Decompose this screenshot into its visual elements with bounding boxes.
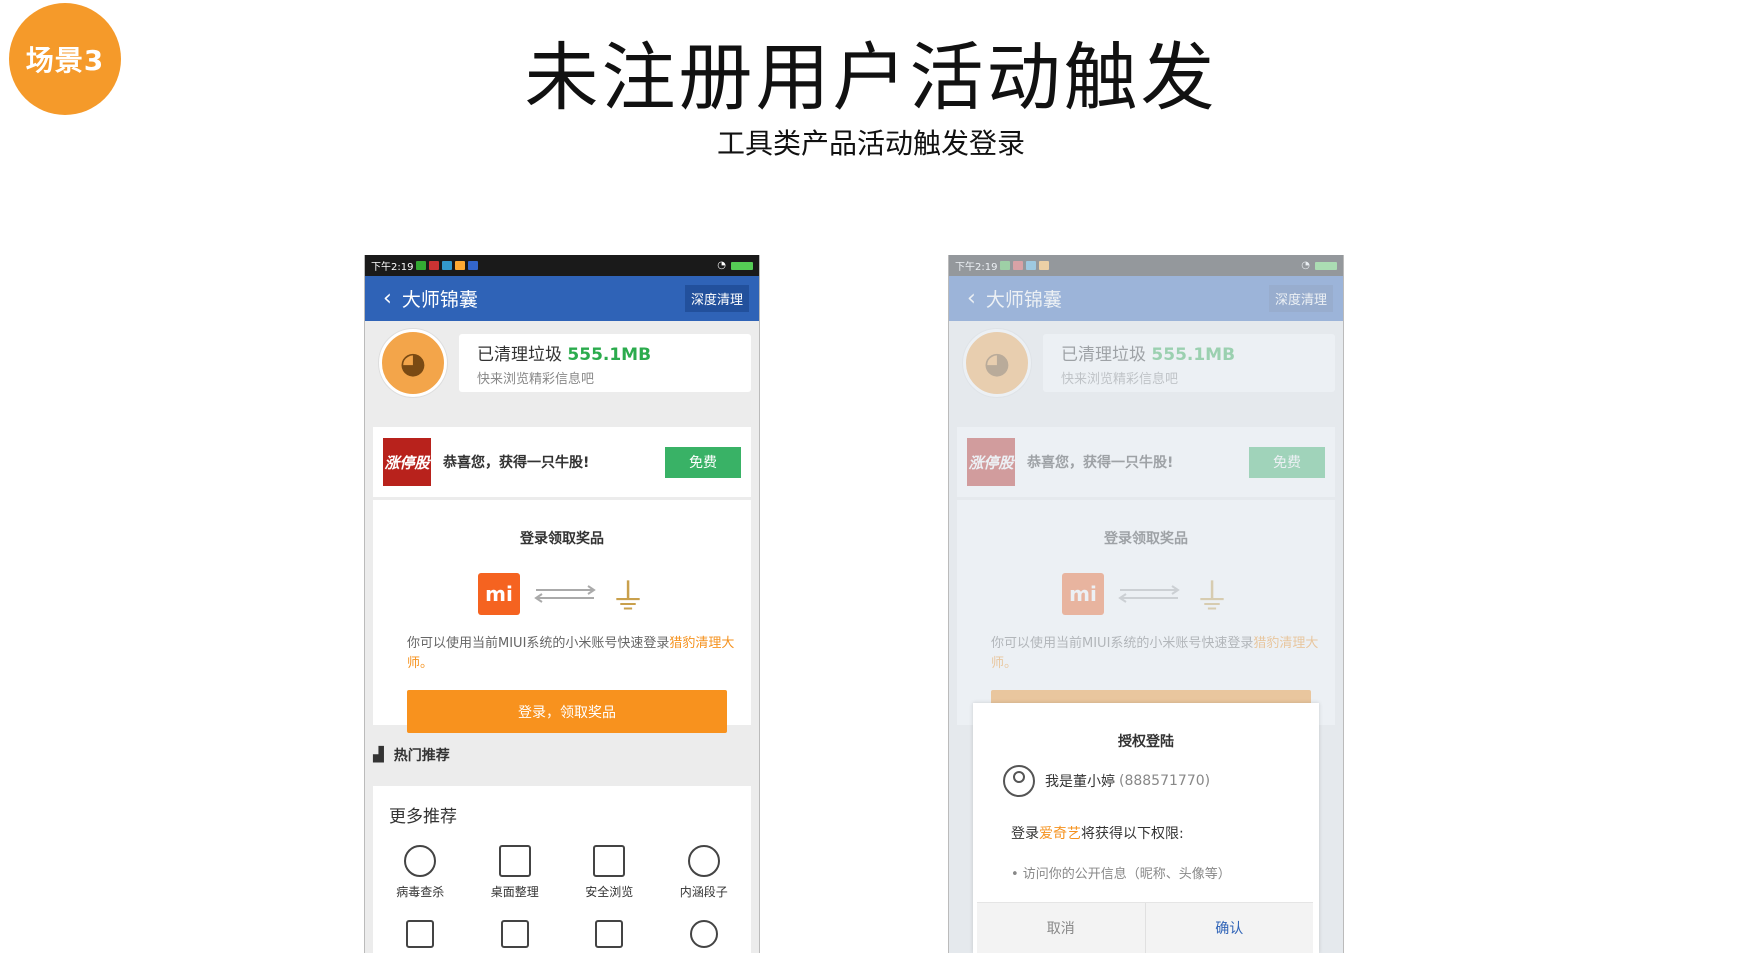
page-title: 未注册用户活动触发 bbox=[524, 35, 1218, 121]
browser-shield-icon bbox=[593, 845, 626, 877]
promo-image: 涨停股 bbox=[383, 438, 431, 486]
confirm-button[interactable]: 确认 bbox=[1146, 903, 1314, 953]
phone-screenshot-left: 下午2:19 ◔ ‹ 大师锦囊 深度清理 ◕ 已清理垃圾 555.1MB 快来浏… bbox=[364, 255, 760, 953]
tool-item[interactable] bbox=[574, 920, 644, 953]
tool-jokes[interactable]: 内涵段子 bbox=[669, 845, 739, 900]
user-id: (888571770) bbox=[1119, 773, 1211, 789]
cleaned-label: 已清理垃圾 555.1MB bbox=[477, 345, 652, 365]
notification-icon bbox=[455, 261, 466, 270]
tool-icon bbox=[500, 920, 529, 948]
permission-item: • 访问你的公开信息（昵称、头像等） bbox=[1011, 867, 1231, 882]
free-button[interactable]: 免费 bbox=[665, 446, 741, 478]
tool-icon bbox=[595, 920, 624, 948]
authorize-login-dialog: 授权登陆 我是董小婷 (888571770) 登录爱奇艺将获得以下权限: • 访… bbox=[973, 703, 1319, 953]
permission-intro: 登录爱奇艺将获得以下权限: bbox=[1011, 826, 1184, 842]
tool-item[interactable] bbox=[480, 920, 550, 953]
notification-icon bbox=[442, 261, 453, 270]
wifi-icon: ◔ bbox=[717, 260, 726, 271]
app-name: 爱奇艺 bbox=[1039, 826, 1081, 842]
notification-icon bbox=[468, 261, 479, 270]
tool-icon bbox=[406, 920, 435, 948]
more-recommend-card: 更多推荐 病毒查杀 桌面整理 安全浏览 内涵段子 bbox=[373, 786, 751, 953]
cleaned-subtext: 快来浏览精彩信息吧 bbox=[477, 372, 595, 387]
login-button[interactable]: 登录，领取奖品 bbox=[407, 690, 727, 733]
mi-logo-icon: mi bbox=[477, 573, 520, 615]
hot-recommend-header: ▟ 热门推荐 bbox=[373, 747, 450, 764]
status-bar: 下午2:19 ◔ bbox=[365, 255, 759, 276]
promo-card: 涨停股 恭喜您，获得一只牛股! 免费 bbox=[373, 427, 751, 497]
notification-icon bbox=[416, 261, 427, 270]
status-time: 下午2:19 bbox=[371, 262, 414, 273]
login-description: 你可以使用当前MIUI系统的小米账号快速登录猎豹清理大师。 bbox=[407, 636, 735, 671]
dialog-buttons: 取消 确认 bbox=[977, 902, 1313, 953]
deep-clean-button[interactable]: 深度清理 bbox=[684, 285, 749, 312]
virus-scan-icon bbox=[404, 845, 437, 877]
desktop-grid-icon bbox=[498, 845, 531, 877]
tool-item[interactable] bbox=[669, 920, 739, 953]
battery-icon bbox=[731, 261, 753, 270]
tool-safe-browse[interactable]: 安全浏览 bbox=[574, 845, 644, 900]
jokes-face-icon bbox=[687, 845, 720, 877]
tool-virus-scan[interactable]: 病毒查杀 bbox=[385, 845, 455, 900]
notification-icon bbox=[429, 261, 440, 270]
tool-item[interactable] bbox=[385, 920, 455, 953]
user-name: 我是董小婷 bbox=[1045, 774, 1115, 790]
cleaned-amount: 555.1MB bbox=[567, 345, 652, 365]
app-bar: ‹ 大师锦囊 深度清理 bbox=[365, 276, 759, 321]
login-title: 登录领取奖品 bbox=[520, 531, 604, 547]
cleaned-summary: ◕ 已清理垃圾 555.1MB 快来浏览精彩信息吧 bbox=[373, 329, 751, 397]
thumbs-up-icon: ▟ bbox=[373, 747, 384, 763]
cleaned-info: 已清理垃圾 555.1MB 快来浏览精彩信息吧 bbox=[459, 334, 751, 392]
logo-row: mi ⏚ bbox=[373, 568, 751, 620]
page-subtitle: 工具类产品活动触发登录 bbox=[716, 127, 1025, 160]
tools-row-2 bbox=[373, 920, 751, 953]
tools-row: 病毒查杀 桌面整理 安全浏览 内涵段子 bbox=[373, 845, 751, 900]
app-bar-title: 大师锦囊 bbox=[401, 289, 478, 311]
promo-text: 恭喜您，获得一只牛股! bbox=[443, 455, 590, 471]
tool-desktop-organize[interactable]: 桌面整理 bbox=[480, 845, 550, 900]
tool-icon bbox=[689, 920, 718, 948]
back-arrow-icon[interactable]: ‹ bbox=[383, 286, 392, 311]
dialog-title: 授权登陆 bbox=[1118, 734, 1174, 750]
user-avatar-icon bbox=[1003, 765, 1035, 797]
dialog-user: 我是董小婷 (888571770) bbox=[1003, 765, 1319, 797]
more-title: 更多推荐 bbox=[389, 807, 457, 827]
exchange-arrows-icon bbox=[534, 585, 596, 603]
status-right: ◔ bbox=[717, 260, 753, 271]
broom-icon: ⏚ bbox=[609, 577, 646, 618]
phone-screenshot-right: 下午2:19 ◔ ‹ 大师锦囊 深度清理 ◕ 已清理垃圾 555.1MB 快来浏… bbox=[948, 255, 1344, 953]
cancel-button[interactable]: 取消 bbox=[977, 903, 1146, 953]
mascot-avatar: ◕ bbox=[379, 329, 447, 397]
login-reward-card: 登录领取奖品 mi ⏚ 你可以使用当前MIUI系统的小米账号快速登录猎豹清理大师… bbox=[373, 500, 751, 733]
